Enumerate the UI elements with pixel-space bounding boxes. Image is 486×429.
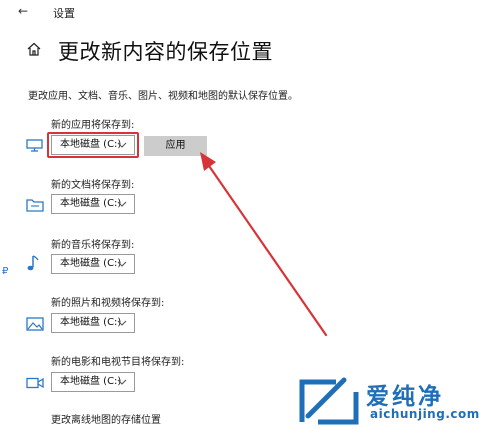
watermark-name: 爱纯净: [366, 384, 444, 410]
watermark-logo-icon: [299, 377, 359, 425]
watermark-url: aichunjing.com: [370, 407, 480, 421]
annotation-arrow: [200, 152, 328, 337]
